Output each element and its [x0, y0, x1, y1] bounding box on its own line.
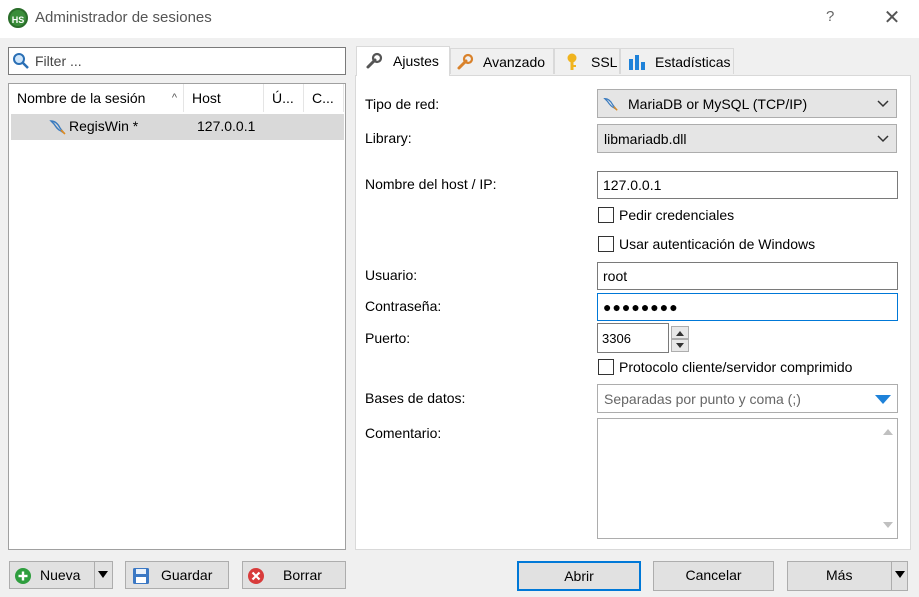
password-input[interactable]: ●●●●●●●● [597, 293, 898, 321]
chevron-down-icon [877, 100, 889, 108]
dropdown-arrow-icon[interactable] [98, 571, 108, 578]
wrench-orange-icon [457, 53, 474, 70]
column-header-counter[interactable]: C... [304, 84, 344, 112]
library-value: libmariadb.dll [604, 131, 687, 147]
dolphin-icon [603, 98, 618, 111]
split-divider [94, 562, 95, 588]
port-value: 3306 [602, 331, 631, 346]
user-input[interactable]: root [597, 262, 898, 290]
tab-label: Estadísticas [655, 54, 731, 70]
password-label: Contraseña: [365, 298, 442, 314]
compressed-protocol-label[interactable]: Protocolo cliente/servidor comprimido [619, 359, 852, 375]
host-value: 127.0.0.1 [603, 177, 662, 193]
port-decrement-button[interactable] [671, 339, 689, 352]
databases-input[interactable] [602, 390, 872, 408]
close-button[interactable]: ✕ [880, 6, 904, 30]
library-select[interactable]: libmariadb.dll [597, 124, 897, 153]
new-button-label: Nueva [40, 567, 81, 583]
search-icon [13, 53, 29, 69]
databases-field[interactable] [597, 384, 898, 413]
bar-chart-icon [629, 55, 645, 70]
port-input[interactable]: 3306 [597, 323, 669, 353]
scroll-up-icon[interactable] [883, 429, 893, 435]
wrench-icon [366, 52, 383, 69]
sort-ascending-icon: ^ [171, 92, 177, 104]
tab-label: Ajustes [393, 53, 439, 69]
open-button-label: Abrir [564, 568, 594, 584]
column-header-session-name[interactable]: Nombre de la sesión ^ [9, 84, 184, 112]
compressed-protocol-checkbox[interactable] [598, 359, 614, 375]
databases-label: Bases de datos: [365, 390, 466, 406]
scroll-down-icon[interactable] [883, 522, 893, 528]
library-label: Library: [365, 130, 412, 146]
prompt-credentials-label[interactable]: Pedir credenciales [619, 207, 734, 223]
more-button[interactable]: Más [787, 561, 908, 591]
spin-down-icon [676, 343, 684, 348]
delete-button[interactable]: Borrar [242, 561, 346, 589]
comment-textarea[interactable] [597, 418, 898, 539]
prompt-credentials-checkbox[interactable] [598, 207, 614, 223]
new-button[interactable]: Nueva [9, 561, 113, 589]
split-divider [891, 562, 892, 590]
delete-circle-icon [248, 568, 264, 584]
tab-ssl[interactable]: SSL [554, 48, 620, 74]
save-button[interactable]: Guardar [125, 561, 229, 589]
more-button-label: Más [826, 567, 853, 583]
tab-label: Avanzado [483, 54, 546, 70]
network-type-select[interactable]: MariaDB or MySQL (TCP/IP) [597, 89, 897, 118]
chevron-down-icon [877, 135, 889, 143]
filter-input[interactable] [33, 51, 333, 71]
tab-label: SSL [591, 54, 618, 70]
user-value: root [603, 268, 628, 284]
cancel-button[interactable]: Cancelar [653, 561, 774, 591]
dolphin-icon [49, 120, 66, 135]
filter-field[interactable] [8, 47, 346, 75]
host-label: Nombre del host / IP: [365, 176, 497, 192]
windows-auth-label[interactable]: Usar autenticación de Windows [619, 236, 815, 252]
title-bar: HS Administrador de sesiones ? ✕ [0, 0, 919, 38]
session-list[interactable]: Nombre de la sesión ^ Host Ú... C... Reg… [8, 83, 346, 550]
column-header-host[interactable]: Host [184, 84, 264, 112]
delete-button-label: Borrar [283, 567, 322, 583]
password-value: ●●●●●●●● [603, 299, 679, 315]
tab-estadisticas[interactable]: Estadísticas [620, 48, 734, 74]
network-type-label: Tipo de red: [365, 96, 440, 112]
port-increment-button[interactable] [671, 326, 689, 339]
port-label: Puerto: [365, 330, 411, 346]
window-title: Administrador de sesiones [35, 9, 212, 26]
session-name: RegisWin * [69, 118, 139, 134]
comment-label: Comentario: [365, 425, 442, 441]
dropdown-arrow-icon[interactable] [895, 571, 905, 578]
save-button-label: Guardar [161, 567, 213, 583]
user-label: Usuario: [365, 267, 418, 283]
windows-auth-checkbox[interactable] [598, 236, 614, 252]
spin-up-icon [676, 331, 684, 336]
column-header-last-connect[interactable]: Ú... [264, 84, 304, 112]
network-type-value: MariaDB or MySQL (TCP/IP) [628, 96, 808, 112]
plus-circle-icon [15, 568, 31, 584]
floppy-disk-icon [133, 568, 149, 584]
session-host: 127.0.0.1 [197, 118, 256, 134]
dropdown-arrow-icon[interactable] [875, 395, 891, 404]
host-input[interactable]: 127.0.0.1 [597, 171, 898, 199]
app-logo-icon: HS [8, 8, 28, 28]
tab-avanzado[interactable]: Avanzado [450, 48, 554, 74]
tab-ajustes[interactable]: Ajustes [356, 46, 450, 76]
cancel-button-label: Cancelar [685, 567, 742, 583]
key-icon [567, 53, 577, 70]
column-header-label: Nombre de la sesión [17, 90, 146, 106]
open-button[interactable]: Abrir [517, 561, 641, 591]
help-button[interactable]: ? [826, 8, 842, 28]
session-row[interactable]: RegisWin * 127.0.0.1 [11, 114, 344, 140]
